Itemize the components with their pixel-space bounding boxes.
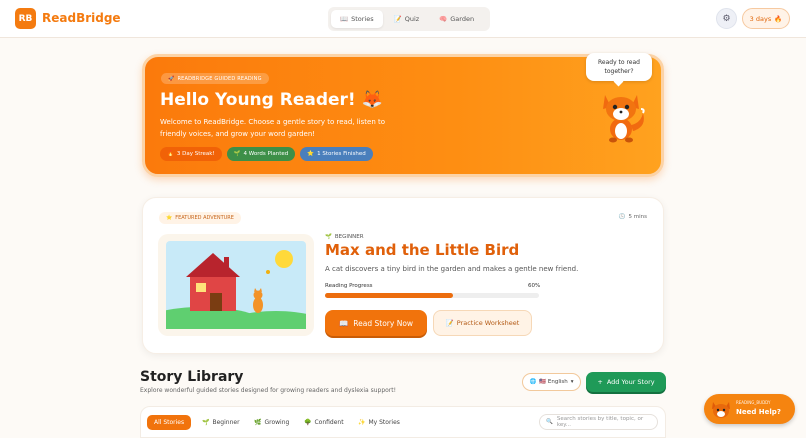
rocket-icon: 🚀 [168,75,175,82]
app-name[interactable]: ReadBridge [42,11,121,25]
stories-chip: ⭐ 1 Stories Finished [300,147,373,161]
tab-label: Quiz [404,15,420,23]
filter-label: Beginner [212,419,240,426]
filter-label: Confident [314,419,344,426]
featured-story-card: ⭐ FEATURED ADVENTURE 🕒 5 mins 🌱 BEGINNER… [142,197,664,354]
search-icon: 🔍 [546,419,553,425]
hero-banner: 🚀 READBRIDGE GUIDED READING Hello Young … [142,53,664,177]
herb-icon: 🌿 [254,419,262,426]
filter-all-stories[interactable]: All Stories [147,415,192,430]
progress-bar [325,293,539,298]
help-button[interactable]: READING_BUDDY Need Help? [704,394,795,424]
add-story-button[interactable]: + Add Your Story [586,372,666,392]
tab-quiz[interactable]: 📝 Quiz [385,10,429,28]
progress-value: 60% [528,283,541,289]
language-select[interactable]: 🌐 🇺🇸 English ▾ [522,373,581,391]
difficulty-level: 🌱 BEGINNER [325,234,364,240]
library-title: Story Library [140,369,244,385]
gear-icon: ⚙ [722,13,731,24]
progress-fill [325,293,454,298]
speech-bubble: Ready to read together? [586,53,652,81]
level-text: BEGINNER [334,234,364,240]
settings-button[interactable]: ⚙ [716,8,737,29]
seedling-icon: 🌱 [325,234,332,240]
story-illustration[interactable] [158,234,314,336]
add-button-label: Add Your Story [606,378,655,386]
stat-chips: 🔥 3 Day Streak! 🌱 4 Words Planted ⭐ 1 St… [160,147,373,161]
filter-label: All Stories [154,419,185,426]
seedling-icon: 🌱 [233,151,241,157]
book-icon: 📖 [340,15,349,23]
tab-stories[interactable]: 📖 Stories [331,10,383,28]
fox-mascot-icon[interactable] [597,87,647,143]
globe-icon: 🌐 [529,379,537,385]
practice-worksheet-button[interactable]: 📝 Practice Worksheet [433,310,532,336]
hero-kicker: 🚀 READBRIDGE GUIDED READING [161,73,269,84]
book-icon: 📖 [338,318,349,328]
brain-icon: 🧠 [439,15,448,23]
streak-chip: 🔥 3 Day Streak! [160,147,222,161]
language-label: 🇺🇸 English [539,379,568,385]
star-icon: ⭐ [307,151,315,157]
read-button-label: Read Story Now [353,318,414,328]
hero-title: Hello Young Reader! 🦊 [160,90,383,110]
streak-label: 3 days [749,14,772,23]
kicker-text: READBRIDGE GUIDED READING [177,75,262,82]
fire-icon: 🔥 [167,151,174,157]
tree-icon: 🌳 [304,419,312,426]
seedling-icon: 🌱 [202,419,210,426]
tab-garden[interactable]: 🧠 Garden [430,10,483,28]
tab-label: Stories [351,15,374,23]
top-bar: RB ReadBridge 📖 Stories 📝 Quiz 🧠 Garden … [0,0,806,38]
chip-label: 1 Stories Finished [317,151,366,157]
story-description: A cat discovers a tiny bird in the garde… [325,265,579,273]
badge-text: FEATURED ADVENTURE [175,215,234,221]
plus-icon: + [597,378,603,386]
story-title[interactable]: Max and the Little Bird [325,241,519,259]
hero-description: Welcome to ReadBridge. Choose a gentle s… [160,118,386,138]
star-icon: ⭐ [166,215,173,221]
reading-time: 🕒 5 mins [619,214,647,220]
tab-label: Garden [450,15,475,23]
filter-beginner[interactable]: 🌱 Beginner [195,415,247,430]
fox-avatar-icon [712,402,730,418]
filter-bar: All Stories 🌱 Beginner 🌿 Growing 🌳 Confi… [140,406,666,438]
sparkles-icon: ✨ [358,419,366,426]
chip-label: 4 Words Planted [243,151,289,157]
logo[interactable]: RB [15,8,36,29]
chevron-down-icon: ▾ [570,379,574,385]
memo-icon: 📝 [393,15,402,23]
help-buddy-label: READING_BUDDY [736,400,771,405]
filter-growing[interactable]: 🌿 Growing [247,415,296,430]
help-label: Need Help? [736,408,781,416]
filter-my-stories[interactable]: ✨ My Stories [351,415,407,430]
worksheet-button-label: Practice Worksheet [456,319,520,327]
featured-badge: ⭐ FEATURED ADVENTURE [159,212,241,224]
house-scene-icon [166,241,306,329]
filter-label: Growing [264,419,290,426]
memo-icon: 📝 [445,319,454,327]
words-chip: 🌱 4 Words Planted [226,147,296,161]
time-text: 5 mins [628,214,648,220]
chip-label: 3 Day Streak! [176,151,215,157]
filter-confident[interactable]: 🌳 Confident [297,415,351,430]
clock-icon: 🕒 [618,214,626,220]
main-nav: 📖 Stories 📝 Quiz 🧠 Garden [328,7,490,31]
fire-icon: 🔥 [774,14,783,23]
filter-label: My Stories [368,419,400,426]
library-subtitle: Explore wonderful guided stories designe… [140,387,397,394]
streak-badge[interactable]: 3 days 🔥 [742,8,790,29]
search-placeholder: Search stories by title, topic, or key..… [556,416,644,428]
search-input[interactable]: 🔍 Search stories by title, topic, or key… [539,414,658,430]
progress-label: Reading Progress [325,283,373,289]
read-story-button[interactable]: 📖 Read Story Now [325,310,427,336]
